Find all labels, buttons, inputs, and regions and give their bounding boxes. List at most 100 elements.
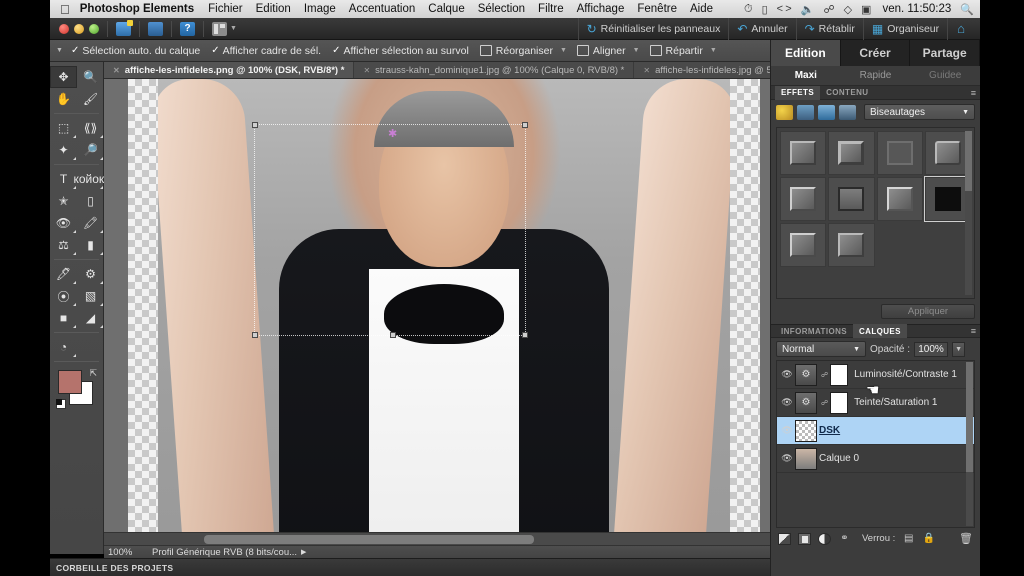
apply-button[interactable]: Appliquer xyxy=(881,304,975,319)
clone-stamp-tool[interactable]: ⚖ xyxy=(50,234,77,256)
effects-category-dropdown[interactable]: Biseautages ▼ xyxy=(864,104,975,120)
brush-tool[interactable]: 🖊 xyxy=(50,263,77,285)
distribute-button[interactable]: Répartir ▼ xyxy=(649,45,717,57)
quick-selection-tool[interactable]: 🔎 xyxy=(77,139,104,161)
checkbox-auto-select-layer[interactable]: ✓ Sélection auto. du calque xyxy=(71,45,200,57)
tab-rapide[interactable]: Rapide xyxy=(841,66,911,85)
transform-bounding-box[interactable] xyxy=(252,122,528,338)
search-icon[interactable]: 🔍 xyxy=(960,3,974,16)
opacity-slider-toggle[interactable]: ▼ xyxy=(952,341,966,357)
smart-brush-tool[interactable]: ⚙ xyxy=(77,263,104,285)
filters-icon[interactable] xyxy=(776,104,793,120)
eyedropper-tool[interactable]: 🖌 xyxy=(77,88,104,110)
effect-thumb-bevel-simple-inner[interactable] xyxy=(876,131,923,175)
new-layer-icon[interactable] xyxy=(778,532,791,545)
panel-menu-icon[interactable]: ≡ xyxy=(971,88,976,98)
save-icon[interactable] xyxy=(148,21,163,36)
photo-effects-icon[interactable] xyxy=(818,104,835,120)
chevron-right-icon[interactable]: ▶ xyxy=(301,548,306,556)
trash-icon[interactable]: 🗑 xyxy=(959,532,973,545)
align-button[interactable]: Aligner ▼ xyxy=(576,45,640,57)
transform-handle-br[interactable] xyxy=(522,332,528,338)
tab-contenu[interactable]: CONTENU xyxy=(820,86,874,100)
document-tab-1[interactable]: ✕ affiche-les-infideles.png @ 100% (DSK,… xyxy=(104,62,355,78)
zoom-button[interactable] xyxy=(89,23,99,34)
layer-thumbnail[interactable] xyxy=(795,419,817,442)
tab-edition[interactable]: Edition xyxy=(771,40,841,66)
gradient-tool[interactable]: ▧ xyxy=(77,285,104,307)
straighten-tool[interactable]: ▯ xyxy=(77,190,104,212)
layer-row-calque-0[interactable]: 👁 Calque 0 xyxy=(777,445,974,473)
rectangular-marquee-tool[interactable]: ⬚ xyxy=(50,117,77,139)
code-icon[interactable]: < > xyxy=(777,3,792,15)
menu-item-accentuation[interactable]: Accentuation xyxy=(349,3,416,15)
tab-effets[interactable]: EFFETS xyxy=(775,85,821,100)
help-icon[interactable]: ? xyxy=(180,21,195,36)
effect-thumb-bevel-simple-sharp-outer[interactable] xyxy=(828,131,875,175)
transform-handle-bl[interactable] xyxy=(252,332,258,338)
move-tool[interactable]: ✥ xyxy=(50,66,77,88)
bluetooth-icon[interactable]: ☍ xyxy=(823,3,834,16)
effect-thumb-bevel-inset[interactable] xyxy=(780,223,827,267)
menu-item-calque[interactable]: Calque xyxy=(428,3,464,15)
close-icon[interactable]: ✕ xyxy=(363,66,370,75)
effects-scrollbar[interactable] xyxy=(965,131,972,295)
layer-row-dsk[interactable]: 👁 DSK xyxy=(777,417,974,445)
menu-item-affichage[interactable]: Affichage xyxy=(577,3,625,15)
layer-styles-icon[interactable] xyxy=(797,104,814,120)
transform-handle-tr[interactable] xyxy=(522,122,528,128)
eraser-tool[interactable]: ▮ xyxy=(77,234,104,256)
document-canvas[interactable]: ✱ xyxy=(104,79,770,532)
layer-thumbnail[interactable]: ⚙ xyxy=(795,391,817,414)
layer-visibility-icon[interactable]: 👁 xyxy=(779,397,795,408)
healing-brush-tool[interactable]: 🖍 xyxy=(77,212,104,234)
menu-item-image[interactable]: Image xyxy=(304,3,336,15)
layer-visibility-icon[interactable]: 👁 xyxy=(779,369,795,380)
scrollbar-thumb[interactable] xyxy=(204,535,534,544)
close-icon[interactable]: ✕ xyxy=(113,66,120,75)
eject-icon[interactable]: ▣ xyxy=(861,3,871,16)
tab-informations[interactable]: INFORMATIONS xyxy=(775,324,853,338)
effect-thumb-bevel-simple-emboss[interactable] xyxy=(780,177,827,221)
chevron-down-icon[interactable]: ▼ xyxy=(230,25,237,32)
layer-row-teinte-saturation[interactable]: 👁 ⚙ ☍ Teinte/Saturation 1 xyxy=(777,389,974,417)
effect-thumb-bevel-simple-sharp-inner[interactable] xyxy=(780,131,827,175)
menu-item-aide[interactable]: Aide xyxy=(690,3,713,15)
layer-name[interactable]: Luminosité/Contraste 1 xyxy=(854,369,957,380)
hand-tool[interactable]: ✋ xyxy=(50,88,77,110)
favorites-icon[interactable] xyxy=(839,104,856,120)
color-profile-info[interactable]: Profil Générique RVB (8 bits/cou... ▶ xyxy=(152,547,306,558)
layer-mask-thumbnail[interactable] xyxy=(830,363,849,386)
minimize-button[interactable] xyxy=(74,23,84,34)
menu-item-edition[interactable]: Edition xyxy=(256,3,291,15)
layer-visibility-icon[interactable]: 👁 xyxy=(779,453,795,464)
adjustment-layer-icon[interactable] xyxy=(818,532,831,545)
close-icon[interactable]: ✕ xyxy=(643,66,650,75)
layer-thumbnail[interactable]: ⚙ xyxy=(795,363,817,386)
tab-partage[interactable]: Partage xyxy=(910,40,981,66)
lasso-tool[interactable]: ⟪⟫ xyxy=(77,117,104,139)
link-icon[interactable]: ☍ xyxy=(821,399,828,407)
project-bin-bar[interactable]: CORBEILLE DES PROJETS xyxy=(50,558,770,576)
transform-handle-tl[interactable] xyxy=(252,122,258,128)
default-colors-icon[interactable] xyxy=(56,399,66,409)
menu-item-fichier[interactable]: Fichier xyxy=(208,3,243,15)
sponge-tool[interactable]: ◢ xyxy=(77,307,104,329)
tab-guidee[interactable]: Guidee xyxy=(910,66,980,85)
layer-name[interactable]: Teinte/Saturation 1 xyxy=(854,397,937,408)
volume-icon[interactable]: 🔈 xyxy=(801,3,815,16)
foreground-color-swatch[interactable] xyxy=(58,370,82,394)
blend-mode-dropdown[interactable]: Normal ▼ xyxy=(776,341,866,357)
magic-wand-tool[interactable]: ✦ xyxy=(50,139,77,161)
wifi-icon[interactable]: ◇ xyxy=(844,3,852,16)
lock-person-icon[interactable]: ⚭ xyxy=(838,533,851,545)
effect-thumb-bevel-pillow-emboss[interactable] xyxy=(876,177,923,221)
red-eye-removal-tool[interactable]: 👁 xyxy=(50,212,77,234)
lock-all-icon[interactable]: 🔒 xyxy=(922,533,935,545)
panel-layout-icon[interactable] xyxy=(212,21,227,36)
blur-tool[interactable]: ⦿ xyxy=(50,285,77,307)
transform-handle-bc[interactable] xyxy=(390,332,396,338)
menu-item-selection[interactable]: Sélection xyxy=(478,3,525,15)
swap-colors-icon[interactable]: ⇱ xyxy=(89,368,97,379)
layer-name[interactable]: DSK xyxy=(819,425,840,436)
